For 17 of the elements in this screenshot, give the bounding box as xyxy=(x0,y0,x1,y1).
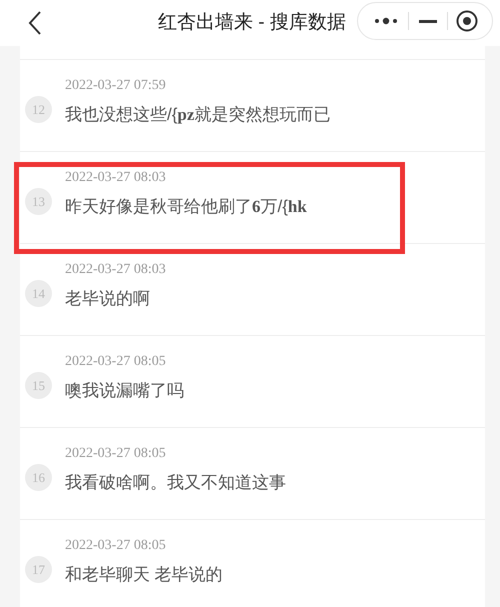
minimize-icon xyxy=(419,20,437,22)
message-text: 昨天好像是秋哥给他刷了6万/{hk xyxy=(65,196,307,218)
message-text: 噢我说漏嘴了吗 xyxy=(65,380,184,402)
message-text: 和老毕聊天 老毕说的 xyxy=(65,564,223,586)
message-text: 我看破啥啊。我又不知道这事 xyxy=(65,472,286,494)
back-icon xyxy=(28,10,42,36)
message-time: 2022-03-27 08:05 xyxy=(65,445,167,463)
message-time: 2022-03-27 08:05 xyxy=(65,353,167,371)
message-text: 老毕说的啊 xyxy=(65,288,151,310)
target-icon xyxy=(456,10,478,32)
message-time: 2022-03-27 08:03 xyxy=(65,261,166,279)
message-time: 2022-03-27 08:05 xyxy=(65,537,167,555)
message-time: 2022-03-27 08:03 xyxy=(65,169,167,187)
message-text: 我也没想这些/{pz就是突然想玩而已 xyxy=(65,104,330,126)
more-icon xyxy=(374,17,398,25)
page-title: 红杏出墙来 - 搜库数据 xyxy=(158,11,346,35)
message-time: 2022-03-27 07:59 xyxy=(65,77,167,95)
